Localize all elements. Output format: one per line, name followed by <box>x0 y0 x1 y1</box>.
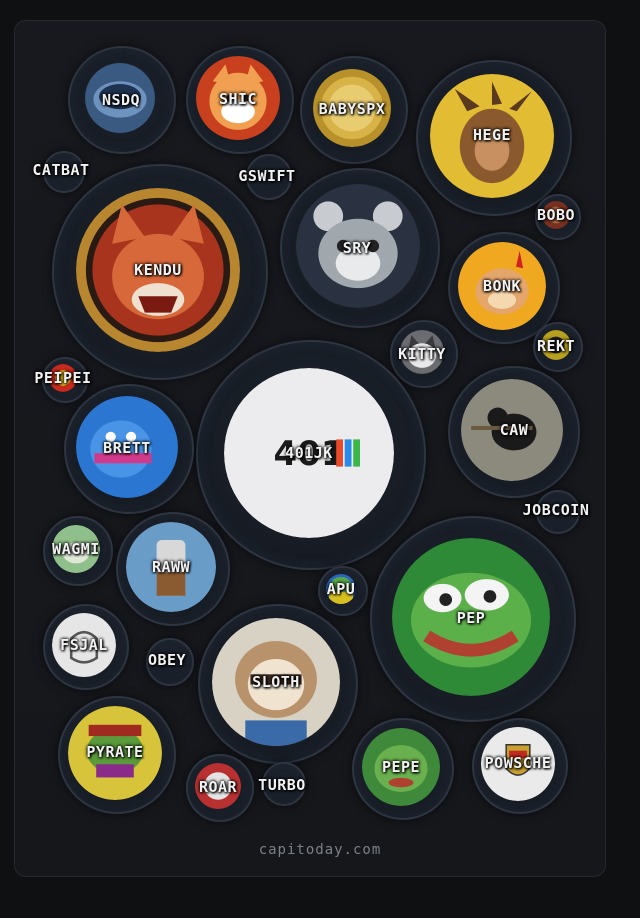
bubble-gswift[interactable] <box>246 154 292 200</box>
pepe-logo <box>362 728 440 806</box>
peipei-logo <box>49 364 77 392</box>
kitty-logo <box>400 330 444 374</box>
sry-logo <box>296 184 420 308</box>
sloth-logo <box>212 618 340 746</box>
apu-logo <box>326 574 356 604</box>
rekt-logo <box>541 330 571 360</box>
bubble-obey[interactable] <box>146 638 194 686</box>
brett-logo <box>76 396 178 498</box>
hege-logo <box>430 74 554 198</box>
caw-logo <box>461 379 563 481</box>
svg-text:401: 401 <box>274 434 345 474</box>
bubble-turbo[interactable] <box>262 762 306 806</box>
bobo-logo <box>542 201 570 229</box>
bonk-logo <box>458 242 546 330</box>
pep-logo <box>392 538 550 696</box>
kendu-logo <box>76 188 240 352</box>
401jk-logo: 401 <box>224 368 394 538</box>
bubble-catbat[interactable] <box>43 151 85 193</box>
nsdq-logo <box>85 63 155 133</box>
fsjal-logo <box>52 613 116 677</box>
bubble-jobcoin[interactable] <box>536 490 580 534</box>
powsche-logo <box>481 727 555 801</box>
pyrate-logo <box>68 706 162 800</box>
wagmi-logo <box>52 525 100 573</box>
babyspx-logo <box>313 69 391 147</box>
roar-logo <box>195 763 241 809</box>
raww-logo <box>126 522 216 612</box>
shic-logo <box>196 56 280 140</box>
site-watermark: capitoday.com <box>258 842 382 858</box>
